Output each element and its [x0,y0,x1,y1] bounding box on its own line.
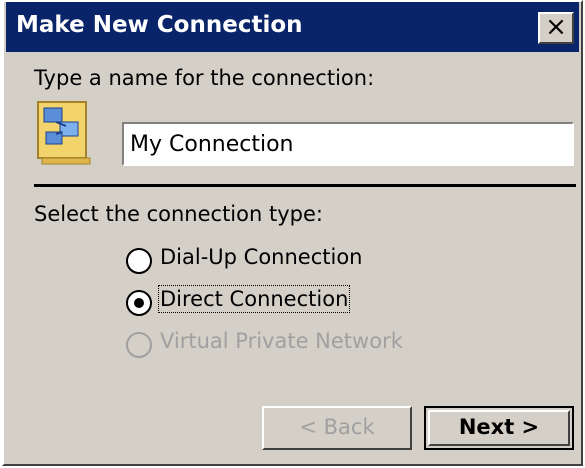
window-title: Make New Connection [16,12,303,38]
radio-circle[interactable] [126,248,152,274]
radio-circle [126,332,152,358]
make-new-connection-dialog: Make New Connection × Type a name for th… [2,0,583,466]
back-button: < Back [262,406,412,450]
radio-label-vpn: Virtual Private Network [160,329,403,353]
type-prompt-label: Select the connection type: [34,202,323,226]
title-bar[interactable]: Make New Connection × [6,2,579,52]
next-button[interactable]: Next > [424,406,574,450]
connection-name-input[interactable] [122,122,574,166]
separator-line [34,184,576,187]
name-prompt-label: Type a name for the connection: [34,66,375,90]
back-button-label: < Back [299,415,375,439]
radio-circle[interactable] [126,290,152,316]
network-connection-icon [32,98,96,168]
next-button-label: Next > [458,415,540,439]
close-button[interactable]: × [538,12,574,44]
radio-selected-dot [134,298,144,308]
close-icon: × [545,12,567,42]
radio-label-dial-up: Dial-Up Connection [160,245,363,269]
radio-label-direct: Direct Connection [157,285,351,313]
